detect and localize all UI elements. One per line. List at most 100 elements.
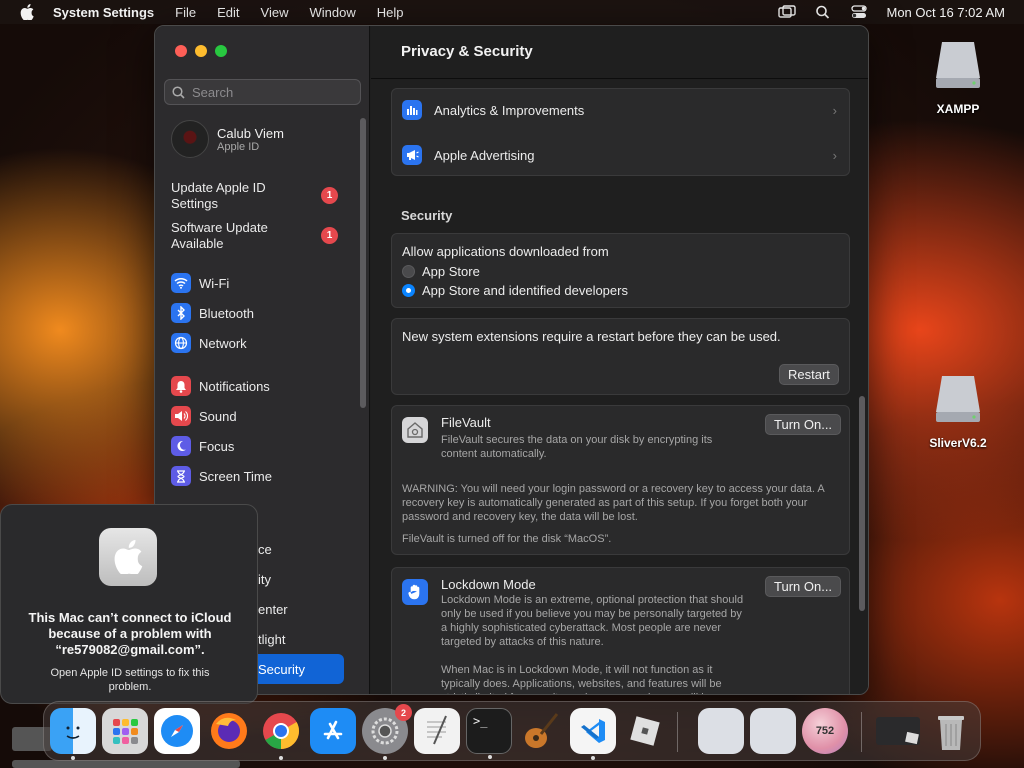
running-indicator <box>279 756 283 760</box>
header-divider <box>371 78 868 79</box>
sidebar-item-partial[interactable]: enter <box>258 602 288 617</box>
sidebar-update-apple-id[interactable]: Update Apple ID Settings <box>171 180 311 212</box>
account-name: Calub Viem <box>217 125 284 141</box>
row-label: Apple Advertising <box>434 147 535 163</box>
desktop-drive-sliver[interactable]: SliverV6.2 <box>918 370 998 450</box>
screen-mirroring-icon[interactable] <box>778 5 797 19</box>
window-controls <box>175 45 227 57</box>
dock-separator <box>861 712 862 752</box>
apple-logo-icon <box>99 528 157 586</box>
dock-separator <box>677 712 678 752</box>
menu-clock[interactable]: Mon Oct 16 7:02 AM <box>886 5 1005 20</box>
vscode-icon[interactable] <box>570 708 616 760</box>
firefox-icon[interactable] <box>206 708 252 754</box>
sidebar-item-label: Focus <box>199 438 235 454</box>
allow-apps-card: Allow applications downloaded from App S… <box>391 233 850 308</box>
guitar-icon[interactable] <box>518 708 564 754</box>
notification-badge: 1 <box>321 227 338 244</box>
finder-icon[interactable] <box>50 708 96 760</box>
minimized-window-icon[interactable] <box>874 708 922 754</box>
sidebar-item-focus[interactable]: Focus <box>171 436 234 456</box>
row-apple-advertising[interactable]: Apple Advertising <box>402 145 840 165</box>
extensions-text-label: New system extensions require a restart … <box>402 329 781 344</box>
hand-icon <box>402 579 428 605</box>
app-store-icon[interactable] <box>310 708 356 754</box>
sidebar-item-bluetooth[interactable]: Bluetooth <box>171 303 254 323</box>
wifi-icon <box>171 273 191 293</box>
hourglass-icon <box>171 466 191 486</box>
content-scrollbar[interactable] <box>859 396 865 611</box>
filevault-icon <box>402 417 428 443</box>
sidebar-item-partial[interactable]: tlight <box>258 632 285 647</box>
textedit-icon[interactable] <box>414 708 460 754</box>
allow-label: Allow applications downloaded from <box>402 244 609 259</box>
menu-file[interactable]: File <box>175 5 196 20</box>
running-indicator <box>71 756 75 760</box>
desktop-label: SliverV6.2 <box>929 436 987 450</box>
account-sub: Apple ID <box>217 140 260 153</box>
disk-drive-icon <box>930 36 986 92</box>
lockdown-desc-2: When Mac is in Lockdown Mode, it will no… <box>441 664 722 694</box>
sidebar-item-label: Wi-Fi <box>199 275 230 291</box>
running-indicator <box>383 756 387 760</box>
radio-button[interactable] <box>402 265 415 278</box>
system-settings-icon[interactable]: 2 <box>362 704 412 760</box>
menu-window[interactable]: Window <box>309 5 355 20</box>
bluetooth-icon <box>171 303 191 323</box>
radio-button[interactable] <box>402 284 415 297</box>
spotlight-search-icon[interactable] <box>814 5 832 19</box>
lockdown-card: Lockdown Mode Lockdown Mode is an extrem… <box>391 567 850 694</box>
apple-id-account[interactable]: Calub Viem Apple ID <box>171 120 284 158</box>
roblox-icon[interactable] <box>622 708 668 754</box>
sidebar-item-sound[interactable]: Sound <box>171 406 237 426</box>
minimize-button[interactable] <box>195 45 207 57</box>
radio-label: App Store and identified developers <box>422 283 628 298</box>
sidebar-item-label: Notifications <box>199 378 270 394</box>
menu-app-name[interactable]: System Settings <box>53 5 154 20</box>
restart-button[interactable]: Restart <box>779 364 839 385</box>
lockdown-desc: Lockdown Mode is an extreme, optional pr… <box>441 594 744 648</box>
blank-app-icon[interactable] <box>698 708 744 754</box>
running-indicator <box>591 756 595 760</box>
close-button[interactable] <box>175 45 187 57</box>
icloud-alert-popup[interactable]: This Mac can’t connect to iCloud because… <box>0 504 258 704</box>
lockdown-turn-on-button[interactable]: Turn On... <box>765 576 842 597</box>
apple-menu-icon[interactable] <box>20 4 34 20</box>
sidebar-item-wifi[interactable]: Wi-Fi <box>171 273 229 293</box>
blank-app-icon[interactable] <box>750 708 796 754</box>
sidebar-software-update[interactable]: Software Update Available <box>171 220 311 252</box>
filevault-turn-on-button[interactable]: Turn On... <box>765 414 842 435</box>
sidebar-item-label: Screen Time <box>199 468 272 484</box>
radio-app-store[interactable]: App Store <box>402 264 480 279</box>
privacy-rows-card: Analytics & Improvements › Apple Adverti… <box>391 88 850 176</box>
counter-app-icon[interactable]: 752 <box>802 708 848 754</box>
notification-badge: 2 <box>395 704 412 721</box>
sidebar-item-notifications[interactable]: Notifications <box>171 376 270 396</box>
sidebar-item-screen-time[interactable]: Screen Time <box>171 466 272 486</box>
menu-help[interactable]: Help <box>377 5 404 20</box>
safari-icon[interactable] <box>154 708 200 754</box>
sidebar-scrollbar[interactable] <box>360 118 366 408</box>
sidebar-item-partial[interactable]: ity <box>258 572 271 587</box>
search-input[interactable] <box>192 84 352 100</box>
system-settings-window: Calub Viem Apple ID Update Apple ID Sett… <box>154 25 869 695</box>
sidebar-item-partial[interactable]: ce <box>258 542 272 557</box>
menu-view[interactable]: View <box>261 5 289 20</box>
trash-icon[interactable] <box>928 708 974 754</box>
control-center-icon[interactable] <box>850 5 868 19</box>
section-title-security: Security <box>401 208 453 223</box>
radio-app-store-identified[interactable]: App Store and identified developers <box>402 283 628 298</box>
chrome-icon[interactable] <box>258 708 304 760</box>
sidebar-item-network[interactable]: Network <box>171 333 247 353</box>
row-analytics[interactable]: Analytics & Improvements <box>402 100 840 120</box>
content-pane: Privacy & Security Analytics & Improveme… <box>371 26 868 694</box>
zoom-button[interactable] <box>215 45 227 57</box>
search-field[interactable] <box>164 79 361 105</box>
terminal-icon[interactable]: >_ <box>466 708 512 759</box>
megaphone-icon <box>402 145 422 165</box>
launchpad-icon[interactable] <box>102 708 148 754</box>
menu-edit[interactable]: Edit <box>217 5 239 20</box>
sidebar-item-privacy-security[interactable]: Security <box>248 654 344 684</box>
filevault-card: FileVault FileVault secures the data on … <box>391 405 850 555</box>
desktop-drive-xampp[interactable]: XAMPP <box>918 36 998 116</box>
